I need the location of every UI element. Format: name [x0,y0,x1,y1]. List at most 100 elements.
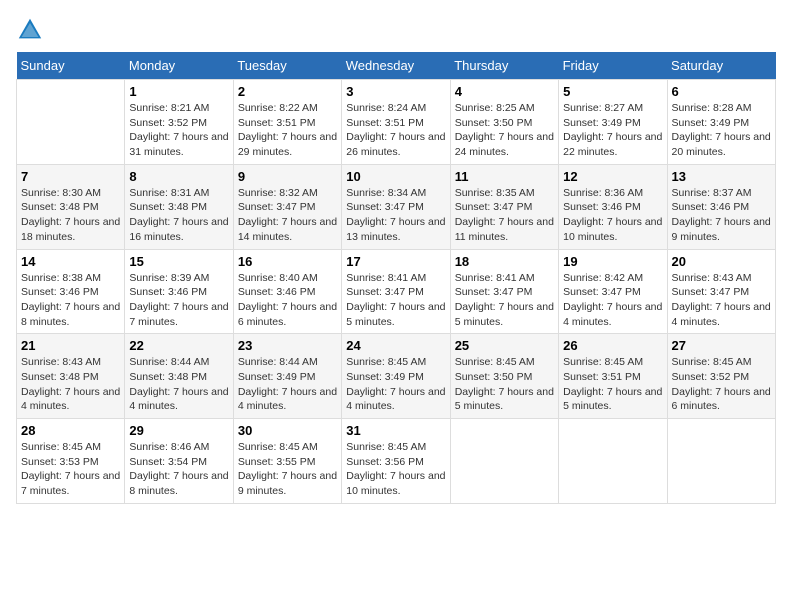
weekday-header-row: SundayMondayTuesdayWednesdayThursdayFrid… [17,52,776,80]
calendar-cell: 16 Sunrise: 8:40 AMSunset: 3:46 PMDayligh… [233,249,341,334]
day-number: 19 [563,254,662,269]
calendar-cell: 14 Sunrise: 8:38 AMSunset: 3:46 PMDayligh… [17,249,125,334]
calendar-cell: 8 Sunrise: 8:31 AMSunset: 3:48 PMDaylight… [125,164,233,249]
calendar-cell: 30 Sunrise: 8:45 AMSunset: 3:55 PMDayligh… [233,419,341,504]
calendar-table: SundayMondayTuesdayWednesdayThursdayFrid… [16,52,776,504]
day-number: 5 [563,84,662,99]
calendar-cell: 9 Sunrise: 8:32 AMSunset: 3:47 PMDaylight… [233,164,341,249]
calendar-cell: 27 Sunrise: 8:45 AMSunset: 3:52 PMDayligh… [667,334,775,419]
day-info: Sunrise: 8:30 AMSunset: 3:48 PMDaylight:… [21,186,120,245]
calendar-cell: 2 Sunrise: 8:22 AMSunset: 3:51 PMDaylight… [233,80,341,165]
day-info: Sunrise: 8:40 AMSunset: 3:46 PMDaylight:… [238,271,337,330]
day-number: 21 [21,338,120,353]
day-info: Sunrise: 8:45 AMSunset: 3:55 PMDaylight:… [238,440,337,499]
day-info: Sunrise: 8:31 AMSunset: 3:48 PMDaylight:… [129,186,228,245]
day-info: Sunrise: 8:32 AMSunset: 3:47 PMDaylight:… [238,186,337,245]
day-info: Sunrise: 8:35 AMSunset: 3:47 PMDaylight:… [455,186,554,245]
day-info: Sunrise: 8:39 AMSunset: 3:46 PMDaylight:… [129,271,228,330]
day-info: Sunrise: 8:46 AMSunset: 3:54 PMDaylight:… [129,440,228,499]
day-info: Sunrise: 8:45 AMSunset: 3:50 PMDaylight:… [455,355,554,414]
calendar-cell: 6 Sunrise: 8:28 AMSunset: 3:49 PMDaylight… [667,80,775,165]
day-number: 20 [672,254,771,269]
calendar-cell: 13 Sunrise: 8:37 AMSunset: 3:46 PMDayligh… [667,164,775,249]
calendar-cell: 25 Sunrise: 8:45 AMSunset: 3:50 PMDayligh… [450,334,558,419]
day-number: 1 [129,84,228,99]
day-info: Sunrise: 8:45 AMSunset: 3:52 PMDaylight:… [672,355,771,414]
calendar-cell: 1 Sunrise: 8:21 AMSunset: 3:52 PMDaylight… [125,80,233,165]
calendar-cell: 7 Sunrise: 8:30 AMSunset: 3:48 PMDaylight… [17,164,125,249]
day-number: 12 [563,169,662,184]
day-info: Sunrise: 8:43 AMSunset: 3:48 PMDaylight:… [21,355,120,414]
day-info: Sunrise: 8:24 AMSunset: 3:51 PMDaylight:… [346,101,445,160]
weekday-header-sunday: Sunday [17,52,125,80]
day-info: Sunrise: 8:45 AMSunset: 3:49 PMDaylight:… [346,355,445,414]
calendar-cell: 15 Sunrise: 8:39 AMSunset: 3:46 PMDayligh… [125,249,233,334]
day-number: 22 [129,338,228,353]
day-number: 23 [238,338,337,353]
day-number: 6 [672,84,771,99]
day-info: Sunrise: 8:44 AMSunset: 3:48 PMDaylight:… [129,355,228,414]
weekday-header-wednesday: Wednesday [342,52,450,80]
week-row-4: 21 Sunrise: 8:43 AMSunset: 3:48 PMDayligh… [17,334,776,419]
day-info: Sunrise: 8:36 AMSunset: 3:46 PMDaylight:… [563,186,662,245]
calendar-cell: 20 Sunrise: 8:43 AMSunset: 3:47 PMDayligh… [667,249,775,334]
day-number: 17 [346,254,445,269]
day-info: Sunrise: 8:45 AMSunset: 3:51 PMDaylight:… [563,355,662,414]
day-info: Sunrise: 8:38 AMSunset: 3:46 PMDaylight:… [21,271,120,330]
day-number: 9 [238,169,337,184]
day-number: 30 [238,423,337,438]
day-number: 11 [455,169,554,184]
calendar-cell: 29 Sunrise: 8:46 AMSunset: 3:54 PMDayligh… [125,419,233,504]
weekday-header-friday: Friday [559,52,667,80]
day-info: Sunrise: 8:34 AMSunset: 3:47 PMDaylight:… [346,186,445,245]
week-row-1: 1 Sunrise: 8:21 AMSunset: 3:52 PMDaylight… [17,80,776,165]
logo-icon [16,16,44,44]
calendar-cell: 24 Sunrise: 8:45 AMSunset: 3:49 PMDayligh… [342,334,450,419]
calendar-cell: 18Sunrise: 8:41 AMSunset: 3:47 PMDayligh… [450,249,558,334]
day-info: Sunrise: 8:42 AMSunset: 3:47 PMDaylight:… [563,271,662,330]
day-info: Sunrise: 8:21 AMSunset: 3:52 PMDaylight:… [129,101,228,160]
day-number: 8 [129,169,228,184]
day-info: Sunrise: 8:43 AMSunset: 3:47 PMDaylight:… [672,271,771,330]
day-number: 13 [672,169,771,184]
day-info: Sunrise: 8:28 AMSunset: 3:49 PMDaylight:… [672,101,771,160]
calendar-cell: 23 Sunrise: 8:44 AMSunset: 3:49 PMDayligh… [233,334,341,419]
calendar-cell: 21 Sunrise: 8:43 AMSunset: 3:48 PMDayligh… [17,334,125,419]
day-number: 16 [238,254,337,269]
day-number: 14 [21,254,120,269]
week-row-5: 28Sunrise: 8:45 AMSunset: 3:53 PMDayligh… [17,419,776,504]
day-number: 25 [455,338,554,353]
calendar-cell: 10 Sunrise: 8:34 AMSunset: 3:47 PMDayligh… [342,164,450,249]
day-info: Sunrise: 8:22 AMSunset: 3:51 PMDaylight:… [238,101,337,160]
day-number: 7 [21,169,120,184]
weekday-header-thursday: Thursday [450,52,558,80]
day-number: 29 [129,423,228,438]
day-number: 28 [21,423,120,438]
day-number: 27 [672,338,771,353]
calendar-cell: 19 Sunrise: 8:42 AMSunset: 3:47 PMDayligh… [559,249,667,334]
day-number: 4 [455,84,554,99]
day-number: 10 [346,169,445,184]
calendar-cell: 22 Sunrise: 8:44 AMSunset: 3:48 PMDayligh… [125,334,233,419]
calendar-cell [450,419,558,504]
day-number: 31 [346,423,445,438]
weekday-header-monday: Monday [125,52,233,80]
day-number: 15 [129,254,228,269]
day-info: Sunrise: 8:27 AMSunset: 3:49 PMDaylight:… [563,101,662,160]
day-info: Sunrise: 8:45 AMSunset: 3:56 PMDaylight:… [346,440,445,499]
day-info: Sunrise: 8:37 AMSunset: 3:46 PMDaylight:… [672,186,771,245]
calendar-cell: 5 Sunrise: 8:27 AMSunset: 3:49 PMDaylight… [559,80,667,165]
page-header [16,16,776,44]
day-info: Sunrise: 8:44 AMSunset: 3:49 PMDaylight:… [238,355,337,414]
calendar-cell: 28Sunrise: 8:45 AMSunset: 3:53 PMDayligh… [17,419,125,504]
calendar-cell: 31 Sunrise: 8:45 AMSunset: 3:56 PMDayligh… [342,419,450,504]
day-number: 24 [346,338,445,353]
calendar-cell: 11 Sunrise: 8:35 AMSunset: 3:47 PMDayligh… [450,164,558,249]
day-number: 26 [563,338,662,353]
day-number: 2 [238,84,337,99]
calendar-cell: 3Sunrise: 8:24 AMSunset: 3:51 PMDaylight… [342,80,450,165]
day-info: Sunrise: 8:41 AMSunset: 3:47 PMDaylight:… [455,271,554,330]
day-info: Sunrise: 8:41 AMSunset: 3:47 PMDaylight:… [346,271,445,330]
weekday-header-tuesday: Tuesday [233,52,341,80]
weekday-header-saturday: Saturday [667,52,775,80]
